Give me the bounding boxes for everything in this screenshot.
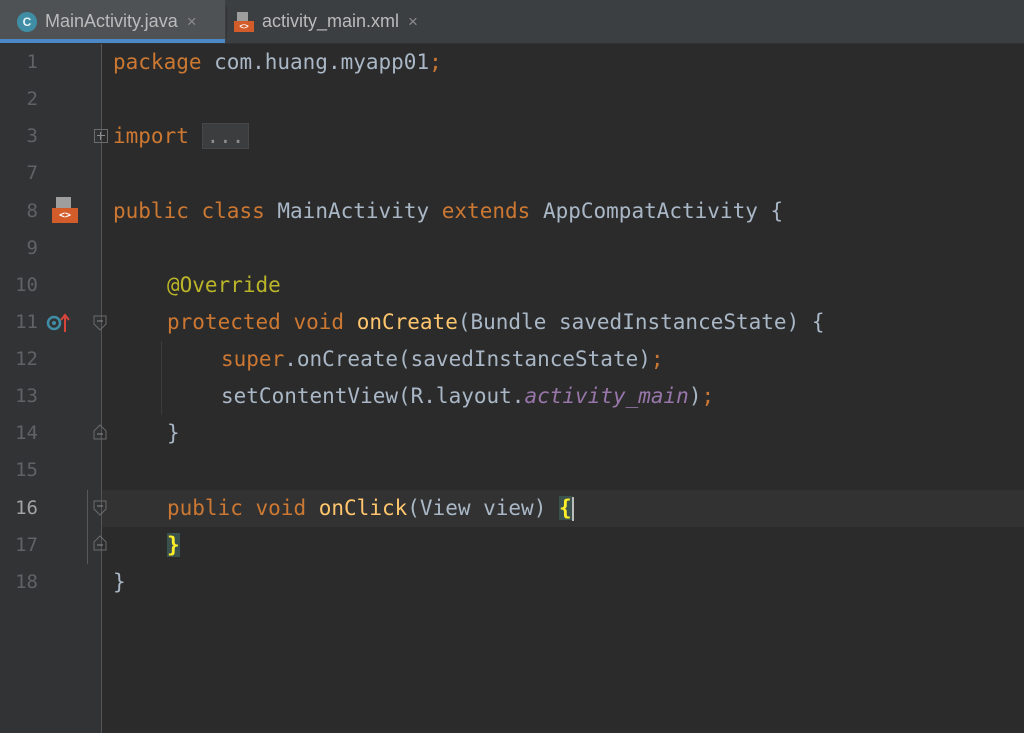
code-line-12[interactable]: super.onCreate(savedInstanceState);	[221, 341, 664, 378]
text-caret	[571, 497, 574, 521]
line-number: 11	[15, 311, 38, 333]
line-number: 10	[15, 274, 38, 296]
xml-layout-icon: <>	[234, 11, 254, 32]
line-number: 7	[26, 162, 38, 184]
code-line-10[interactable]: @Override	[167, 267, 281, 304]
folded-imports[interactable]: ...	[201, 123, 250, 149]
expand-fold-icon[interactable]	[94, 129, 108, 143]
collapse-fold-icon[interactable]	[93, 500, 107, 516]
code-line-18[interactable]: }	[113, 564, 126, 601]
matched-brace: {	[558, 496, 572, 520]
tab-activity-main-xml[interactable]: <> activity_main.xml ×	[227, 0, 447, 43]
change-marker	[87, 490, 88, 564]
line-number: 12	[15, 348, 38, 370]
close-icon[interactable]: ×	[408, 12, 418, 32]
line-number: 15	[15, 459, 38, 481]
line-number: 18	[15, 571, 38, 593]
tab-label: MainActivity.java	[45, 11, 178, 31]
matched-brace: }	[167, 533, 180, 557]
collapse-fold-end-icon[interactable]	[93, 535, 107, 551]
close-icon[interactable]: ×	[187, 12, 197, 32]
code-line-17[interactable]: }	[167, 527, 180, 564]
code-line-8[interactable]: public class MainActivity extends AppCom…	[113, 193, 783, 230]
tab-main-activity-java[interactable]: C MainActivity.java ×	[0, 0, 225, 43]
code-line-16[interactable]: public void onClick(View view) {	[167, 490, 574, 527]
line-number: 1	[26, 51, 38, 73]
java-class-icon: C	[17, 11, 37, 32]
line-number: 14	[15, 422, 38, 444]
line-number: 3	[26, 125, 38, 147]
line-number: 2	[26, 88, 38, 110]
line-number: 17	[15, 534, 38, 556]
editor-tab-bar: C MainActivity.java × <> activity_main.x…	[0, 0, 1024, 44]
indent-guide	[161, 341, 162, 415]
related-xml-layout-icon[interactable]: <>	[52, 197, 78, 225]
tab-label: activity_main.xml	[262, 11, 400, 31]
code-line-11[interactable]: protected void onCreate(Bundle savedInst…	[167, 304, 825, 341]
overrides-method-icon[interactable]	[46, 312, 70, 334]
code-line-1[interactable]: package com.huang.myapp01;	[113, 44, 442, 81]
code-line-3[interactable]: import ...	[113, 118, 250, 155]
line-number: 8	[26, 200, 38, 222]
line-number-current: 16	[15, 497, 38, 519]
line-number: 9	[26, 237, 38, 259]
gutter-separator	[101, 44, 102, 733]
collapse-fold-end-icon[interactable]	[93, 424, 107, 440]
line-number: 13	[15, 385, 38, 407]
code-line-13[interactable]: setContentView(R.layout.activity_main);	[221, 378, 714, 415]
collapse-fold-icon[interactable]	[93, 315, 107, 331]
code-line-14[interactable]: }	[167, 415, 180, 452]
